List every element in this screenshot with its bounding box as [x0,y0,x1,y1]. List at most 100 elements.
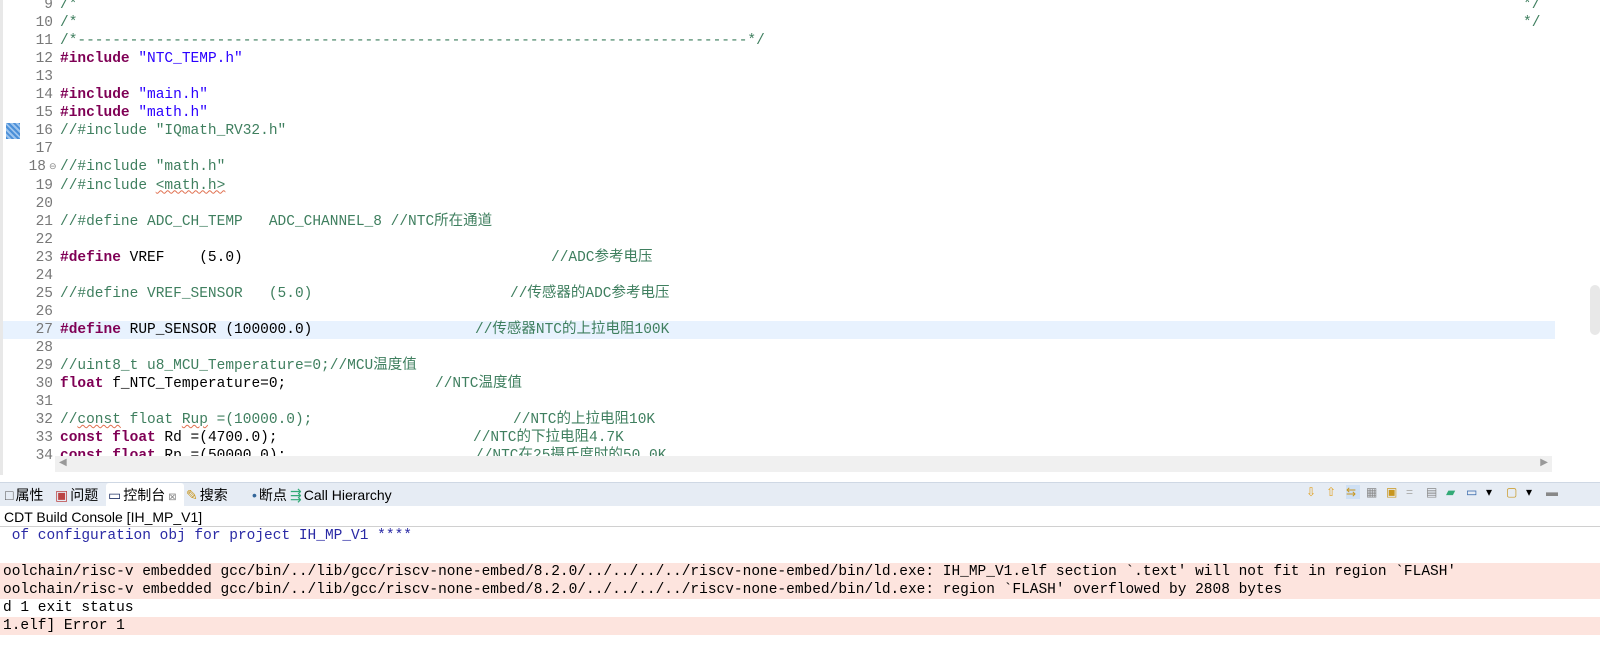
fold-icon[interactable]: ⊖ [49,158,57,176]
display-console-icon[interactable]: ▭ [1466,485,1480,499]
search-icon: ✎ [186,487,198,503]
scroll-left-icon[interactable]: ◀ [59,457,67,468]
code-line[interactable]: 25 //#define VREF_SENSOR (5.0) //传感器的ADC参考… [3,285,1555,303]
code-line[interactable]: 27 #define RUP_SENSOR (100000.0) //传感器NTC的… [3,320,1555,339]
scroll-right-icon[interactable]: ▶ [1540,457,1548,468]
code-token: const [77,412,121,429]
code-line[interactable]: 21 //#define ADC_CH_TEMP ADC_CHANNEL_8 //… [3,213,1555,231]
code-text: #define RUP_SENSOR (100000.0) [60,321,312,339]
code-text: //#include "IQmath_RV32.h" [60,122,286,140]
tab-properties[interactable]: □ 属性 [3,483,43,507]
code-token: Rd =(4700.0); [155,430,278,447]
dropdown-icon[interactable]: ▾ [1526,485,1540,499]
vertical-scrollbar-thumb[interactable] [1590,285,1600,335]
code-line[interactable]: 11 /*------------------------------------… [3,32,1555,50]
code-token: #include [60,105,130,122]
scroll-lock-icon[interactable]: ▦ [1366,485,1380,499]
code-line[interactable]: 20 [3,195,1555,213]
code-token: //#include "IQmath_RV32.h" [60,123,287,140]
horizontal-scrollbar[interactable]: ◀ ▶ [55,456,1552,472]
breakpoints-icon: • [252,487,257,503]
link-icon[interactable]: ⇆ [1346,485,1360,499]
code-text: //const float Rup =(10000.0); [60,411,312,429]
line-number: 20 [35,195,53,212]
console-line: of configuration obj for project IH_MP_V… [3,528,412,544]
console-line: d 1 exit status [3,600,134,616]
code-comment: //NTC的上拉电阻10K [513,412,656,429]
code-text: #define VREF (5.0) [60,249,243,267]
code-token: //#define ADC_CH_TEMP ADC_CHANNEL_8 //NT… [60,213,493,230]
new-console-icon[interactable]: ▰ [1446,485,1460,499]
tab-search[interactable]: ✎ 搜索 [184,483,228,507]
code-token: /* [60,0,78,13]
pin-console-icon[interactable]: ▣ [1386,485,1400,499]
code-line[interactable]: 9 /* */ [3,0,1555,14]
previous-error-icon[interactable]: ⇧ [1326,485,1340,499]
line-number: 18 [28,159,46,176]
code-token: Rup [181,412,208,429]
code-text: /* [60,14,77,32]
code-line[interactable]: 13 [3,68,1555,86]
line-number: 28 [35,339,53,356]
code-line[interactable]: 23 #define VREF (5.0) //ADC参考电压 [3,249,1555,267]
tab-console[interactable]: ▭ 控制台 ⊠ [106,483,184,507]
line-number: 29 [35,358,53,374]
tab-problems[interactable]: ▣ 问题 [53,483,98,507]
clear-console-icon[interactable]: ▤ [1426,485,1440,499]
code-line[interactable]: 26 [3,303,1555,321]
line-number: 16 [35,123,53,140]
code-comment: */ [1523,15,1541,32]
code-line[interactable]: 30 float f_NTC_Temperature=0; //NTC温度值 [3,375,1555,393]
code-token: float [112,430,156,447]
code-line[interactable]: 17 [3,140,1555,158]
code-line[interactable]: 28 [3,339,1555,357]
code-text: #include "main.h" [60,86,208,104]
open-console-icon[interactable]: ▢ [1506,485,1520,499]
line-number: 13 [35,69,53,86]
code-line[interactable]: 32 //const float Rup =(10000.0); //NTC的上拉电… [3,411,1555,429]
line-number: 23 [35,249,53,266]
code-line[interactable]: 19 //#include <math.h> [3,177,1555,195]
line-number: 10 [35,15,53,32]
code-editor[interactable]: 9 /* */ 10 /* */ 11 /*-------------------------… [0,0,1600,475]
console-line: oolchain/risc-v embedded gcc/bin/../lib/… [0,581,1600,599]
code-token: //#include [60,177,156,194]
code-line[interactable]: 18 ⊖//#include "math.h" [3,158,1555,176]
code-line[interactable]: 16 //#include "IQmath_RV32.h" [3,122,1555,140]
code-line[interactable]: 31 [3,393,1555,411]
dropdown-icon[interactable]: ▾ [1486,485,1500,499]
close-tab-icon[interactable]: ⊠ [168,492,176,503]
properties-icon: □ [5,487,14,503]
next-error-icon[interactable]: ⇩ [1306,485,1320,499]
code-token: "NTC_TEMP.h" [138,51,243,68]
code-line[interactable]: 15 #include "math.h" [3,104,1555,122]
line-number: 26 [35,303,53,320]
code-text: #include "math.h" [60,104,208,122]
code-token: #define [60,321,121,338]
line-number: 22 [35,231,53,248]
line-number: 11 [35,33,53,50]
tab-call-hierarchy[interactable]: ⇶ Call Hierarchy [288,483,392,507]
minimize-icon[interactable]: ▬ [1546,485,1560,499]
code-text: //#include "math.h" [60,158,225,176]
annotation-marker-icon[interactable] [6,123,20,140]
code-token: VREF (5.0) [120,249,243,266]
line-number: 21 [35,213,53,230]
code-token: f_NTC_Temperature=0; [103,376,287,393]
code-line[interactable]: 14 #include "main.h" [3,86,1555,104]
code-token: #include [60,87,130,104]
console-title: CDT Build Console [IH_MP_V1] [0,507,1600,527]
code-token: #define [60,249,121,266]
code-line[interactable]: 22 [3,231,1555,249]
word-wrap-icon[interactable]: = [1406,485,1420,499]
console-toolbar: ⇩ ⇧ ⇆ ▦ ▣ = ▤ ▰ ▭ ▾ ▢ ▾ ▬ [1306,485,1560,503]
code-line[interactable]: 33 const float Rd =(4700.0); //NTC的下拉电阻4.7… [3,429,1555,447]
code-line[interactable]: 10 /* */ [3,14,1555,32]
code-line[interactable]: 12 #include "NTC_TEMP.h" [3,50,1555,68]
tab-breakpoints[interactable]: • 断点 [250,483,287,507]
code-line[interactable]: 24 [3,267,1555,285]
line-number: 30 [35,376,53,393]
code-text: #include "NTC_TEMP.h" [60,50,243,68]
code-token: //#include "math.h" [60,159,226,176]
code-line[interactable]: 29 //uint8_t u8_MCU_Temperature=0;//MCU温度… [3,357,1555,375]
